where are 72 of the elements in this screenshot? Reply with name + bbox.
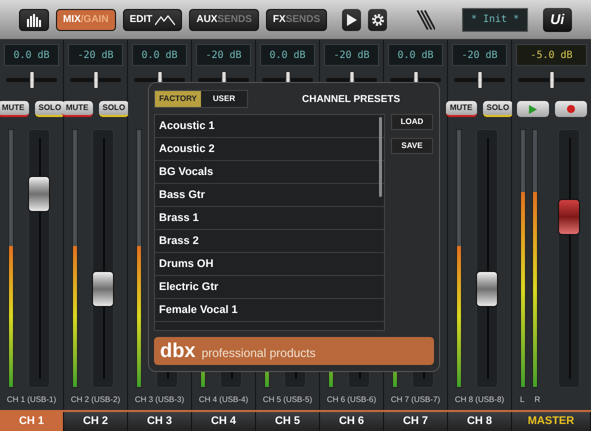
mute-button[interactable]: MUTE xyxy=(446,101,476,117)
fader-handle[interactable] xyxy=(28,176,50,212)
settings-icon xyxy=(370,12,385,26)
meters-button[interactable] xyxy=(19,8,49,30)
channel-tab[interactable]: CH 8 xyxy=(448,412,512,431)
channel-source: CH 1 (USB-1) xyxy=(6,394,58,406)
preset-tab[interactable]: USER xyxy=(201,91,247,107)
channel-source: CH 7 (USB-7) xyxy=(390,394,442,406)
bars-icon xyxy=(26,12,42,26)
db-display: 0.0 dB xyxy=(388,44,443,66)
fader-handle[interactable] xyxy=(558,199,580,236)
mode-button[interactable]: AUXSENDS xyxy=(189,8,259,30)
channel-source: CH 4 (USB-4) xyxy=(198,394,250,406)
preset-item[interactable]: Female Vocal 1 xyxy=(155,299,384,322)
pan-slider[interactable] xyxy=(70,71,121,89)
dialog-title: CHANNEL PRESETS xyxy=(302,92,400,106)
channel-source: CH 2 (USB-2) xyxy=(70,394,122,406)
db-display: -20 dB xyxy=(452,44,507,66)
db-display: 0.0 dB xyxy=(132,44,187,66)
eq-curve-icon xyxy=(155,14,176,26)
db-display: 0.0 dB xyxy=(4,44,59,66)
preset-item[interactable]: Brass 2 xyxy=(155,230,384,253)
db-display: 0.0 dB xyxy=(260,44,315,66)
mode-button[interactable]: MIX/GAIN xyxy=(56,8,116,30)
play-button[interactable] xyxy=(342,8,362,30)
mode-button[interactable]: FXSENDS xyxy=(266,8,328,30)
solo-button[interactable]: SOLO xyxy=(98,101,130,117)
dialog-button[interactable]: LOAD xyxy=(391,114,433,130)
preset-item[interactable]: Drums OH xyxy=(155,253,384,276)
channel-tab[interactable]: CH 4 xyxy=(192,412,256,431)
channel-source: CH 6 (USB-6) xyxy=(326,394,378,406)
record-icon xyxy=(566,105,574,113)
preset-tab[interactable]: FACTORY xyxy=(155,91,201,107)
db-display: -5.0 dB xyxy=(516,44,587,66)
db-display: -20 dB xyxy=(324,44,379,66)
brand-tagline: professional products xyxy=(202,345,316,362)
pan-slider[interactable] xyxy=(6,71,57,89)
channel-tab[interactable]: CH 1 xyxy=(0,412,64,431)
channel-tab[interactable]: CH 7 xyxy=(384,412,448,431)
play-icon xyxy=(528,104,536,114)
dialog-button[interactable]: SAVE xyxy=(391,138,433,154)
pan-slider[interactable] xyxy=(518,71,585,89)
scrollbar[interactable] xyxy=(379,117,382,197)
preset-display[interactable]: * Init * xyxy=(462,8,528,32)
channel-source: CH 5 (USB-5) xyxy=(262,394,314,406)
mute-button[interactable]: MUTE xyxy=(62,101,92,117)
brand-logo: dbx xyxy=(160,340,196,362)
channel-tab[interactable]: MASTER xyxy=(512,412,591,431)
pan-slider[interactable] xyxy=(454,71,505,89)
solo-button[interactable]: SOLO xyxy=(34,101,66,117)
mute-button[interactable]: MUTE xyxy=(0,101,28,117)
channel-source: CH 8 (USB-8) xyxy=(454,394,506,406)
preset-item[interactable]: Brass 1 xyxy=(155,207,384,230)
fader-handle[interactable] xyxy=(92,271,114,308)
edit-button[interactable]: EDIT xyxy=(122,8,182,30)
fader-handle[interactable] xyxy=(476,271,498,308)
meter-label: L xyxy=(520,394,524,406)
meter-label: R xyxy=(534,394,540,406)
logo: Ui xyxy=(542,8,572,32)
play-button[interactable] xyxy=(516,101,548,117)
record-button[interactable] xyxy=(554,101,586,117)
channel-tab[interactable]: CH 3 xyxy=(128,412,192,431)
channel-source: CH 3 (USB-3) xyxy=(134,394,186,406)
channel-tab[interactable]: CH 2 xyxy=(64,412,128,431)
channel-tab[interactable]: CH 6 xyxy=(320,412,384,431)
play-icon xyxy=(346,14,357,26)
preset-item[interactable]: Electric Gtr xyxy=(155,276,384,299)
channel-tab[interactable]: CH 5 xyxy=(256,412,320,431)
settings-button[interactable] xyxy=(368,8,388,30)
db-display: -20 dB xyxy=(196,44,251,66)
solo-button[interactable]: SOLO xyxy=(482,101,514,117)
db-display: -20 dB xyxy=(68,44,123,66)
